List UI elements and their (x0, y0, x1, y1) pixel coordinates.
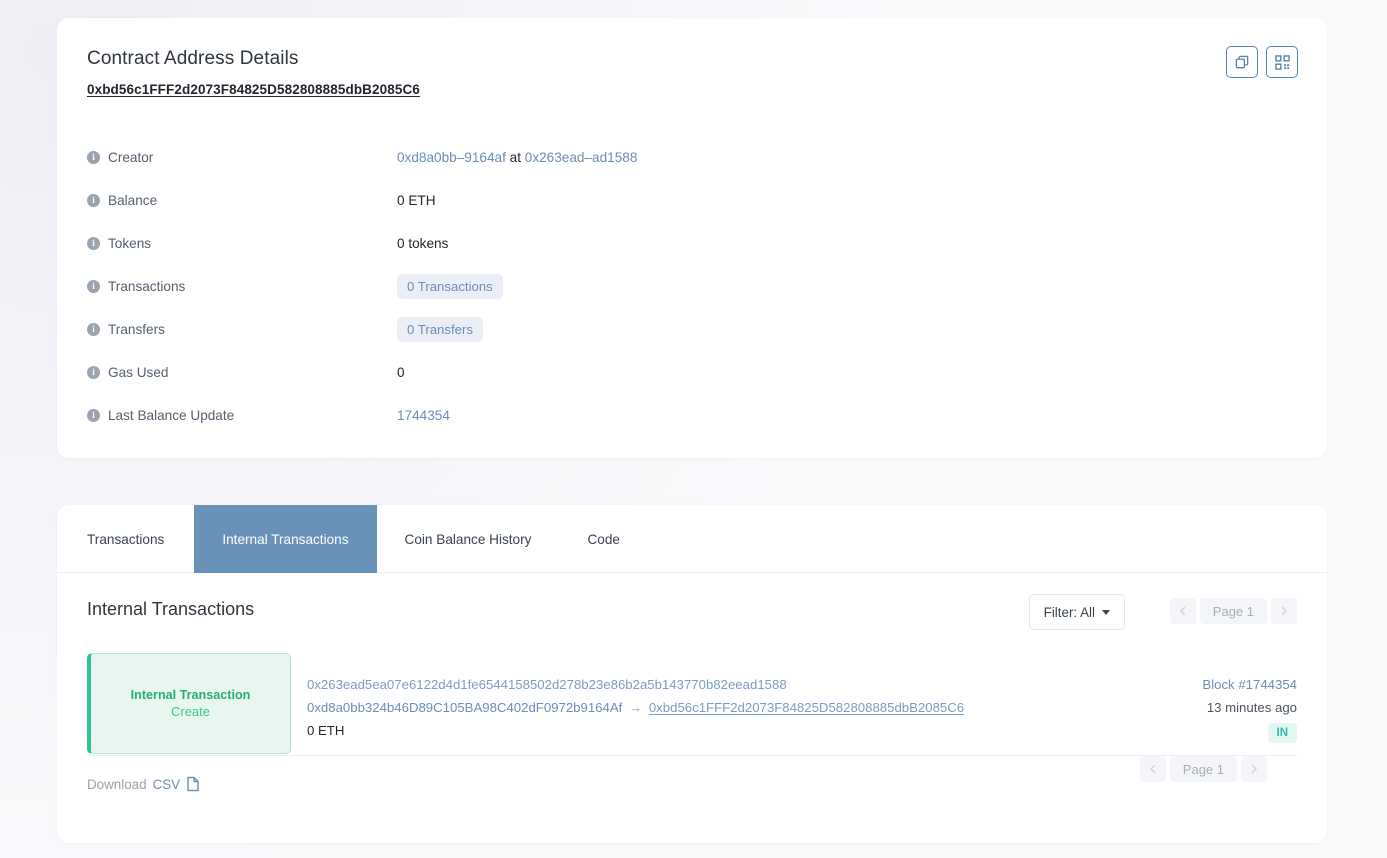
transaction-value: 0 ETH (307, 723, 1067, 738)
page-indicator-top[interactable]: Page 1 (1200, 598, 1267, 624)
detail-value: 0xd8a0bb–9164af at 0x263ead–ad1588 (397, 150, 637, 165)
detail-label: i Transfers (87, 322, 165, 337)
page-title: Contract Address Details (87, 48, 299, 70)
contract-details-card: Contract Address Details 0xbd56c1FFF2d20… (57, 18, 1327, 458)
transactions-count-badge[interactable]: 0 Transactions (397, 274, 503, 299)
detail-row-creator: i Creator 0xd8a0bb–9164af at 0x263ead–ad… (57, 136, 1327, 179)
transaction-type-badge: Internal Transaction Create (87, 653, 291, 754)
creator-tx-link[interactable]: 0x263ead–ad1588 (525, 150, 638, 165)
detail-label-text: Tokens (108, 236, 151, 251)
transaction-type-title: Internal Transaction (131, 688, 251, 702)
info-icon[interactable]: i (87, 280, 100, 293)
info-icon[interactable]: i (87, 409, 100, 422)
transaction-age: 13 minutes ago (1207, 700, 1297, 715)
info-icon[interactable]: i (87, 323, 100, 336)
direction-badge: IN (1268, 723, 1298, 743)
details-rows: i Creator 0xd8a0bb–9164af at 0x263ead–ad… (57, 136, 1327, 437)
chevron-right-icon (1278, 605, 1290, 617)
detail-value: 1744354 (397, 408, 450, 423)
tab-bar: Transactions Internal Transactions Coin … (57, 505, 1327, 573)
detail-label-text: Gas Used (108, 365, 168, 380)
info-icon[interactable]: i (87, 237, 100, 250)
info-icon[interactable]: i (87, 194, 100, 207)
transaction-address-line: 0xd8a0bb324b46D89C105BA98C402dF0972b9164… (307, 700, 1067, 715)
detail-label: i Balance (87, 193, 157, 208)
next-page-button-bottom[interactable] (1241, 756, 1267, 782)
prev-page-button-top[interactable] (1170, 598, 1196, 624)
detail-row-balance: i Balance 0 ETH (57, 179, 1327, 222)
transactions-card: Transactions Internal Transactions Coin … (57, 505, 1327, 843)
detail-value: 0 Transfers (397, 317, 483, 342)
chevron-right-icon (1248, 763, 1260, 775)
transaction-main: 0x263ead5ea07e6122d4d1fe6544158502d278b2… (291, 653, 1067, 755)
tab-transactions[interactable]: Transactions (57, 505, 194, 573)
transaction-meta: Block #1744354 13 minutes ago IN (1067, 653, 1297, 755)
download-label: Download (87, 777, 147, 792)
detail-label: i Creator (87, 150, 153, 165)
panel-title: Internal Transactions (87, 599, 254, 620)
filter-dropdown[interactable]: Filter: All (1029, 594, 1125, 630)
panel-header: Internal Transactions Filter: All Page 1 (57, 573, 1327, 653)
next-page-button-top[interactable] (1271, 598, 1297, 624)
detail-label-text: Balance (108, 193, 157, 208)
detail-row-last-balance-update: i Last Balance Update 1744354 (57, 394, 1327, 437)
balance-value: 0 ETH (397, 193, 436, 208)
download-csv: Download CSV (87, 776, 200, 792)
tab-coin-balance-history[interactable]: Coin Balance History (377, 505, 560, 573)
address-actions (1226, 46, 1298, 78)
table-row[interactable]: Internal Transaction Create 0x263ead5ea0… (87, 653, 1297, 756)
creator-address-link[interactable]: 0xd8a0bb–9164af (397, 150, 506, 165)
qr-code-icon (1275, 55, 1290, 70)
file-icon[interactable] (186, 776, 200, 792)
footer-bar: Download CSV Page 1 (87, 756, 1297, 820)
tokens-value: 0 tokens (397, 236, 448, 251)
block-number-link[interactable]: Block #1744354 (1202, 677, 1297, 692)
copy-icon (1235, 55, 1250, 70)
transaction-type-subtitle: Create (171, 704, 210, 719)
detail-row-gas-used: i Gas Used 0 (57, 351, 1327, 394)
detail-label-text: Transfers (108, 322, 165, 337)
detail-row-transactions: i Transactions 0 Transactions (57, 265, 1327, 308)
detail-label-text: Creator (108, 150, 153, 165)
tab-internal-transactions[interactable]: Internal Transactions (194, 505, 376, 573)
detail-label-text: Last Balance Update (108, 408, 234, 423)
chevron-left-icon (1147, 763, 1159, 775)
to-address-link[interactable]: 0xbd56c1FFF2d2073F84825D582808885dbB2085… (649, 700, 964, 715)
csv-link[interactable]: CSV (153, 777, 181, 792)
qr-code-button[interactable] (1266, 46, 1298, 78)
pagination-top: Page 1 (1170, 598, 1297, 624)
detail-label: i Gas Used (87, 365, 168, 380)
filter-label: Filter: All (1044, 605, 1095, 620)
arrow-right-icon: → (626, 700, 645, 715)
gas-used-value: 0 (397, 365, 405, 380)
detail-row-transfers: i Transfers 0 Transfers (57, 308, 1327, 351)
transaction-hash-link[interactable]: 0x263ead5ea07e6122d4d1fe6544158502d278b2… (307, 677, 1067, 692)
detail-label: i Last Balance Update (87, 408, 234, 423)
chevron-down-icon (1102, 610, 1110, 615)
from-address-link[interactable]: 0xd8a0bb324b46D89C105BA98C402dF0972b9164… (307, 700, 622, 715)
detail-value: 0 Transactions (397, 274, 503, 299)
pagination-bottom: Page 1 (1140, 756, 1267, 782)
detail-label: i Transactions (87, 279, 185, 294)
contract-address-link[interactable]: 0xbd56c1FFF2d2073F84825D582808885dbB2085… (87, 82, 420, 97)
transfers-count-badge[interactable]: 0 Transfers (397, 317, 483, 342)
detail-label-text: Transactions (108, 279, 185, 294)
prev-page-button-bottom[interactable] (1140, 756, 1166, 782)
detail-row-tokens: i Tokens 0 tokens (57, 222, 1327, 265)
copy-address-button[interactable] (1226, 46, 1258, 78)
info-icon[interactable]: i (87, 151, 100, 164)
page-indicator-bottom[interactable]: Page 1 (1170, 756, 1237, 782)
last-balance-update-link[interactable]: 1744354 (397, 408, 450, 423)
tab-code[interactable]: Code (559, 505, 648, 573)
detail-label: i Tokens (87, 236, 151, 251)
creator-at-text: at (510, 150, 521, 165)
chevron-left-icon (1177, 605, 1189, 617)
info-icon[interactable]: i (87, 366, 100, 379)
